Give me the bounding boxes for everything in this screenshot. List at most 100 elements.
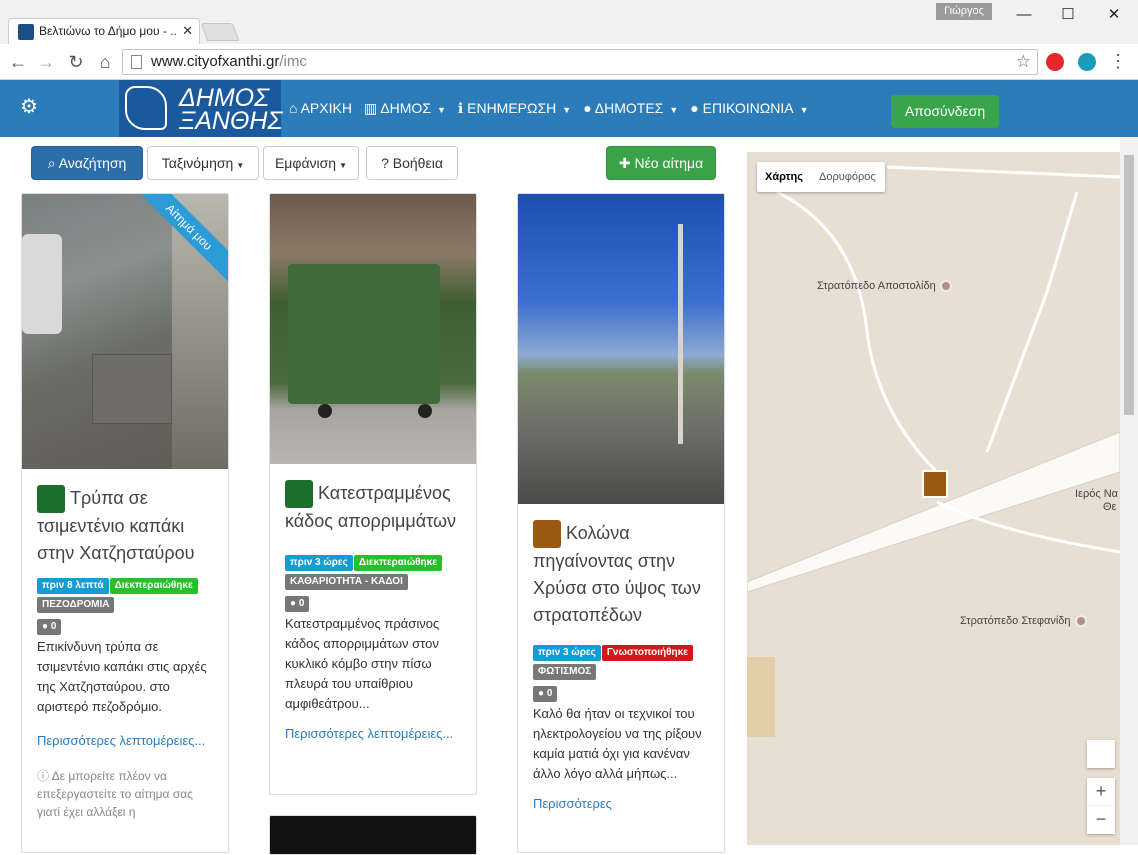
browser-menu-icon[interactable]: ⋮ <box>1108 52 1128 70</box>
maximize-icon[interactable]: ☐ <box>1046 4 1090 26</box>
nav-item-citizens[interactable]: ● ΔΗΜΟΤΕΣ ▼ <box>583 100 678 117</box>
map-place-label[interactable]: Στρατόπεδο Αποστολίδη <box>817 280 952 293</box>
edit-note-text: Δε μπορείτε πλέον να επεξεργαστείτε το α… <box>37 769 193 820</box>
scrollbar-thumb[interactable] <box>1124 155 1134 415</box>
card-description: Επικίνδυνη τρύπα σε τσιμεντένιο καπάκι σ… <box>37 639 207 715</box>
tab-title: Βελτιώνω το Δήμο μου - ... <box>39 24 181 38</box>
minimize-icon[interactable]: — <box>1002 4 1046 26</box>
nav-item-contact[interactable]: ● ΕΠΙΚΟΙΝΩΝΙΑ ▼ <box>690 100 808 117</box>
caret-down-icon: ▼ <box>236 161 245 170</box>
browser-tab[interactable]: Βελτιώνω το Δήμο μου - ... ✕ <box>8 18 200 44</box>
gear-icon[interactable]: ⚙ <box>18 96 40 118</box>
place-marker-icon <box>939 280 952 293</box>
nav-label: ΕΠΙΚΟΙΝΩΝΙΑ <box>702 100 794 116</box>
map-type-map[interactable]: Χάρτης <box>765 171 803 183</box>
more-details-link[interactable]: Περισσότερες λεπτομέρειες... <box>285 724 466 744</box>
page-scrollbar[interactable] <box>1120 137 1138 845</box>
issue-card[interactable]: Κατεστραμμένος κάδος απορριμμάτων πριν 3… <box>269 193 477 795</box>
zoom-in-button[interactable]: + <box>1087 778 1115 806</box>
main-nav: ⌂ ΑΡΧΙΚΗ ▥ ΔΗΜΟΣ ▼ ℹ ΕΝΗΜΕΡΩΣΗ ▼ ● ΔΗΜΟΤΕΣ… <box>289 100 821 117</box>
pedestrian-icon <box>37 485 65 514</box>
opera-extension-icon[interactable] <box>1046 53 1064 71</box>
comments-badge: ● 0 <box>37 619 62 636</box>
more-details-link[interactable]: Περισσότερες λεπτομέρειες... <box>37 731 218 751</box>
manhole-shape <box>92 354 172 424</box>
reload-icon[interactable]: ↻ <box>64 50 88 74</box>
more-details-link[interactable]: Περισσότερες <box>533 794 714 814</box>
site-header: ⚙ ΔΗΜΟΣ ΞΑΝΘΗΣ ⌂ ΑΡΧΙΚΗ ▥ ΔΗΜΟΣ ▼ ℹ ΕΝΗΜΕ… <box>0 80 1138 137</box>
comments-badge: ● 0 <box>285 596 310 613</box>
new-issue-button[interactable]: ✚ Νέο αίτημα <box>606 146 716 180</box>
caret-down-icon: ▼ <box>799 105 809 115</box>
logout-button[interactable]: Αποσύνδεση <box>891 95 999 128</box>
place-marker-icon <box>1074 615 1087 628</box>
home-page-icon[interactable]: ⌂ <box>93 50 117 74</box>
close-window-icon[interactable]: ✕ <box>1092 4 1136 26</box>
lightbulb-icon <box>533 520 561 549</box>
help-label: Βοήθεια <box>392 155 443 171</box>
plus-icon: ✚ <box>618 155 631 171</box>
horse-emblem-icon <box>125 86 167 130</box>
lightbulb-marker-icon[interactable] <box>922 470 948 498</box>
map-place-label[interactable]: Θε <box>1103 501 1116 513</box>
search-icon: ⌕ <box>47 155 56 171</box>
edit-note: ⓘ Δε μπορείτε πλέον να επεξεργαστείτε το… <box>37 767 218 821</box>
card-title[interactable]: Κατεστραμμένος κάδος απορριμμάτων <box>285 480 466 535</box>
map-place-label[interactable]: Στρατόπεδο Στεφανίδη <box>960 615 1087 628</box>
issue-photo[interactable] <box>270 194 476 464</box>
forward-icon[interactable]: → <box>34 50 58 74</box>
card-title[interactable]: Τρύπα σε τσιμεντένιο καπάκι στην Χατζηστ… <box>37 485 218 567</box>
pegman-icon[interactable] <box>1087 740 1115 768</box>
view-label: Εμφάνιση <box>274 155 337 171</box>
logo[interactable]: ΔΗΜΟΣ ΞΑΝΘΗΣ <box>119 80 283 137</box>
card-labels: πριν 3 ώρες Διεκπεραιώθηκε ΚΑΘΑΡΙΟΤΗΤΑ - … <box>285 555 466 593</box>
search-button[interactable]: ⌕ Αναζήτηση <box>31 146 143 180</box>
zoom-out-button[interactable]: − <box>1087 806 1115 834</box>
nav-item-municipality[interactable]: ▥ ΔΗΜΟΣ ▼ <box>364 100 446 117</box>
sort-button[interactable]: Ταξινόμηση ▼ <box>147 146 259 180</box>
caret-down-icon: ▼ <box>339 161 348 170</box>
comment-icon: ● <box>290 598 297 610</box>
back-icon[interactable]: ← <box>6 50 30 74</box>
comment-icon: ● <box>690 100 699 116</box>
issue-card[interactable]: Κολώνα πηγαίνοντας στην Χρύσα στο ύψος τ… <box>517 193 725 853</box>
card-title[interactable]: Κολώνα πηγαίνοντας στην Χρύσα στο ύψος τ… <box>533 520 714 629</box>
bin-wheel-shape <box>318 404 332 418</box>
view-button[interactable]: Εμφάνιση ▼ <box>263 146 359 180</box>
new-tab-button[interactable] <box>200 23 240 41</box>
issue-card[interactable]: Αίτημά μου Τρύπα σε τσιμεντένιο καπάκι σ… <box>21 193 229 853</box>
map-type-satellite[interactable]: Δορυφόρος <box>819 171 876 183</box>
logo-line2: ΞΑΝΘΗΣ <box>179 107 283 135</box>
map[interactable]: Χάρτης Δορυφόρος Στρατόπεδο Αποστολίδη Ι… <box>747 152 1120 845</box>
place-name: Στρατόπεδο Αποστολίδη <box>817 280 936 292</box>
map-place-label[interactable]: Ιερός Να <box>1075 488 1118 500</box>
nav-item-home[interactable]: ⌂ ΑΡΧΙΚΗ <box>289 100 352 117</box>
nav-label: ΕΝΗΜΕΡΩΣΗ <box>467 100 557 116</box>
issue-photo[interactable] <box>518 194 724 504</box>
map-roads <box>747 165 1120 737</box>
nav-label: ΔΗΜΟΤΕΣ <box>594 100 664 116</box>
card-body: Κατεστραμμένος κάδος απορριμμάτων πριν 3… <box>285 480 466 744</box>
card-labels: πριν 3 ώρες Γνωστοποιήθηκε ΦΩΤΙΣΜΟΣ <box>533 645 714 683</box>
card-body: Κολώνα πηγαίνοντας στην Χρύσα στο ύψος τ… <box>533 520 714 814</box>
comment-icon: ● <box>538 688 545 700</box>
bookmark-star-icon[interactable]: ☆ <box>1016 50 1031 74</box>
time-badge: πριν 3 ώρες <box>533 645 601 662</box>
issue-card[interactable] <box>269 815 477 855</box>
nav-item-news[interactable]: ℹ ΕΝΗΜΕΡΩΣΗ ▼ <box>458 100 571 117</box>
address-bar[interactable]: www.cityofxanthi.gr/imc ☆ <box>122 49 1038 75</box>
profile-button[interactable]: Γιώργος <box>936 3 992 20</box>
card-labels: πριν 8 λεπτά Διεκπεραιώθηκε ΠΕΖΟΔΡΟΜΙΑ <box>37 578 218 616</box>
help-button[interactable]: ? Βοήθεια <box>366 146 458 180</box>
nav-label: ΑΡΧΙΚΗ <box>300 100 352 116</box>
place-name: Ιερός Να <box>1075 488 1118 500</box>
bin-wheel-shape <box>418 404 432 418</box>
status-badge: Γνωστοποιήθηκε <box>601 645 693 662</box>
time-badge: πριν 3 ώρες <box>285 555 353 572</box>
caret-down-icon: ▼ <box>562 105 572 115</box>
comments-count: 0 <box>50 621 57 633</box>
search-label: Αναζήτηση <box>58 155 127 171</box>
trash-bin-icon <box>285 480 313 509</box>
extension-icon[interactable] <box>1078 53 1096 71</box>
tab-close-icon[interactable]: ✕ <box>178 23 193 39</box>
